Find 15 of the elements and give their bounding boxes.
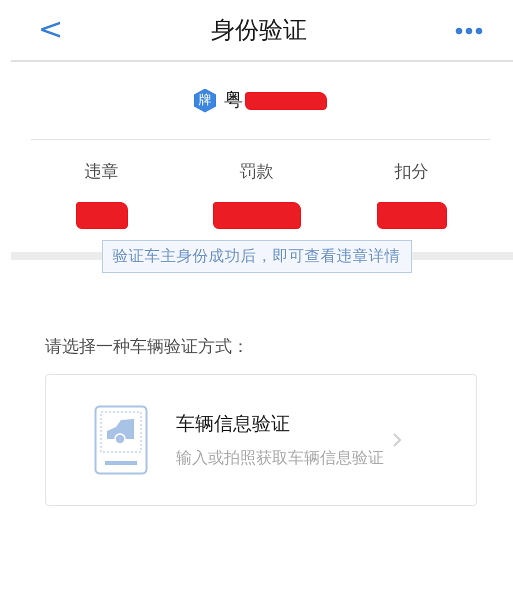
plate-badge: 牌 [194,88,216,112]
stat-label: 扣分 [394,161,428,184]
car-document-icon [94,404,148,475]
screen-title: 身份验证 [211,15,308,46]
option-card[interactable]: 车辆信息验证 输入或拍照获取车辆信息验证 [45,374,477,506]
notice-banner: 验证车主身份成功后，即可查看违章详情 [102,240,412,274]
back-button[interactable]: < [38,15,64,45]
option-subtitle: 输入或拍照获取车辆信息验证 [176,447,384,469]
section-prompt: 请选择一种车辆验证方式： [45,336,250,360]
plate-number: 粤 [224,88,243,114]
option-title: 车辆信息验证 [176,412,291,436]
chevron-right-icon [392,432,402,448]
stat-label: 违章 [84,161,118,184]
stat-label: 罚款 [240,161,274,184]
more-icon [454,26,483,35]
